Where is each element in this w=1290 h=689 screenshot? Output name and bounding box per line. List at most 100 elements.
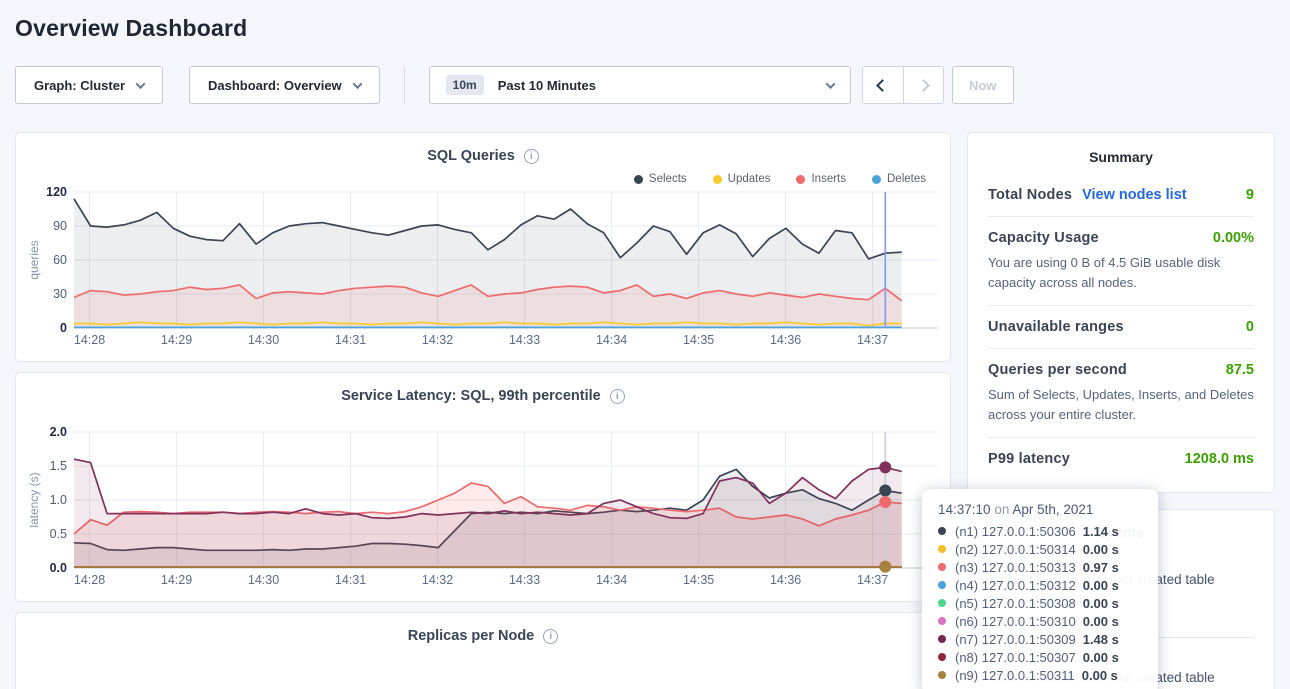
tooltip-node-row: (n9) 127.0.0.1:50311 0.00 s	[938, 666, 1142, 684]
tooltip-node-address: (n3) 127.0.0.1:50313	[955, 560, 1076, 575]
hover-point-dot	[879, 561, 891, 573]
x-axis-tick-label: 14:31	[335, 333, 366, 347]
x-axis-tick-label: 14:33	[509, 573, 540, 587]
x-axis-tick-label: 14:28	[74, 573, 105, 587]
node-color-dot-icon	[938, 599, 946, 607]
x-axis-tick-label: 14:36	[770, 573, 801, 587]
node-color-dot-icon	[938, 527, 946, 535]
y-axis-label: latency (s)	[27, 472, 41, 527]
x-axis-tick-label: 14:32	[422, 333, 453, 347]
tooltip-node-address: (n7) 127.0.0.1:50309	[955, 632, 1076, 647]
summary-row: Queries per second 87.5 Sum of Selects, …	[988, 348, 1254, 437]
chevron-down-icon	[825, 79, 835, 89]
tooltip-node-row: (n7) 127.0.0.1:50309 1.48 s	[938, 630, 1142, 648]
time-range-badge: 10m	[446, 75, 484, 95]
graph-dropdown-label: Graph: Cluster	[34, 78, 125, 93]
info-icon[interactable]: i	[610, 389, 625, 404]
x-axis-tick-label: 14:29	[161, 333, 192, 347]
legend-item[interactable]: Selects	[634, 172, 687, 186]
summary-row: Total Nodes View nodes list 9	[988, 174, 1254, 216]
tooltip-node-address: (n2) 127.0.0.1:50314	[955, 542, 1076, 557]
tooltip-node-address: (n1) 127.0.0.1:50306	[955, 524, 1076, 539]
legend-item[interactable]: Deletes	[872, 172, 926, 186]
summary-row: P99 latency 1208.0 ms	[988, 437, 1254, 480]
summary-row-label: Queries per second	[988, 362, 1127, 378]
dashboard-dropdown[interactable]: Dashboard: Overview	[189, 66, 380, 104]
x-axis-tick-label: 14:34	[596, 573, 627, 587]
sql-queries-chart[interactable]: 14:2814:2914:3014:3114:3214:3314:3414:35…	[26, 186, 946, 350]
y-axis-tick-label: 0.5	[50, 527, 67, 541]
legend-label: Inserts	[811, 173, 846, 185]
hover-point-dot	[879, 484, 891, 496]
y-axis-tick-label: 0	[60, 321, 67, 335]
legend-item[interactable]: Inserts	[796, 172, 846, 186]
tooltip-node-row: (n4) 127.0.0.1:50312 0.00 s	[938, 576, 1142, 594]
chart-hover-tooltip: 14:37:10 on Apr 5th, 2021 (n1) 127.0.0.1…	[922, 489, 1158, 689]
x-axis-tick-label: 14:30	[248, 333, 279, 347]
tooltip-node-row: (n6) 127.0.0.1:50310 0.00 s	[938, 612, 1142, 630]
y-axis-label: queries	[27, 240, 41, 279]
graph-dropdown[interactable]: Graph: Cluster	[15, 66, 163, 104]
legend-dot-icon	[713, 175, 722, 184]
summary-row-label: Unavailable ranges	[988, 319, 1124, 335]
previous-range-button[interactable]	[863, 67, 903, 103]
summary-row-value: 1208.0 ms	[1185, 451, 1254, 467]
tooltip-node-value: 0.00 s	[1083, 614, 1119, 629]
chevron-down-icon	[352, 79, 362, 89]
chart-legend: Selects Updates Inserts Deletes	[26, 172, 926, 186]
summary-row-description: You are using 0 B of 4.5 GiB usable disk…	[988, 253, 1254, 292]
node-color-dot-icon	[938, 563, 946, 571]
legend-label: Updates	[728, 173, 771, 185]
node-color-dot-icon	[938, 671, 946, 679]
legend-dot-icon	[634, 175, 643, 184]
summary-row-value: 0.00%	[1213, 230, 1254, 246]
x-axis-tick-label: 14:32	[422, 573, 453, 587]
chevron-down-icon	[136, 79, 146, 89]
summary-row-label: Capacity Usage	[988, 230, 1099, 246]
replicas-per-node-card: Replicas per Node i	[15, 612, 951, 689]
info-icon[interactable]: i	[524, 149, 539, 164]
y-axis-tick-label: 1.5	[50, 459, 67, 473]
summary-row-value: 9	[1246, 187, 1254, 203]
chart-title: Service Latency: SQL, 99th percentile	[341, 388, 601, 404]
tooltip-node-value: 0.00 s	[1083, 542, 1119, 557]
x-axis-tick-label: 14:36	[770, 333, 801, 347]
view-nodes-list-link[interactable]: View nodes list	[1082, 187, 1187, 203]
legend-item[interactable]: Updates	[713, 172, 771, 186]
tooltip-node-address: (n8) 127.0.0.1:50307	[955, 650, 1076, 665]
chevron-left-icon	[876, 79, 889, 92]
service-latency-chart[interactable]: 14:2814:2914:3014:3114:3214:3314:3414:35…	[26, 426, 946, 590]
y-axis-tick-label: 30	[53, 287, 67, 301]
tooltip-node-value: 0.00 s	[1082, 668, 1118, 683]
toolbar-divider	[404, 66, 405, 104]
tooltip-node-address: (n5) 127.0.0.1:50308	[955, 596, 1076, 611]
legend-label: Deletes	[887, 173, 926, 185]
node-color-dot-icon	[938, 545, 946, 553]
y-axis-tick-label: 0.0	[50, 561, 67, 575]
summary-row: Capacity Usage 0.00% You are using 0 B o…	[988, 216, 1254, 305]
x-axis-tick-label: 14:29	[161, 573, 192, 587]
tooltip-node-value: 0.00 s	[1083, 650, 1119, 665]
chevron-right-icon	[917, 79, 930, 92]
tooltip-node-row: (n1) 127.0.0.1:50306 1.14 s	[938, 522, 1142, 540]
x-axis-tick-label: 14:37	[857, 333, 888, 347]
dashboard-toolbar: Graph: Cluster Dashboard: Overview 10m P…	[15, 66, 1275, 104]
summary-row-value: 87.5	[1226, 362, 1254, 378]
x-axis-tick-label: 14:30	[248, 573, 279, 587]
summary-row-label: Total Nodes	[988, 187, 1072, 203]
hover-point-dot	[879, 496, 891, 508]
time-range-dropdown[interactable]: 10m Past 10 Minutes	[429, 66, 851, 104]
tooltip-node-address: (n9) 127.0.0.1:50311	[955, 668, 1075, 683]
next-range-button[interactable]	[903, 67, 943, 103]
tooltip-node-value: 0.00 s	[1083, 578, 1119, 593]
tooltip-node-row: (n8) 127.0.0.1:50307 0.00 s	[938, 648, 1142, 666]
legend-dot-icon	[872, 175, 881, 184]
chart-title: Replicas per Node	[408, 628, 535, 644]
info-icon[interactable]: i	[543, 629, 558, 644]
tooltip-node-value: 0.97 s	[1083, 560, 1119, 575]
summary-row-value: 0	[1246, 319, 1254, 335]
node-color-dot-icon	[938, 581, 946, 589]
node-color-dot-icon	[938, 617, 946, 625]
now-button[interactable]: Now	[952, 66, 1014, 104]
node-color-dot-icon	[938, 653, 946, 661]
